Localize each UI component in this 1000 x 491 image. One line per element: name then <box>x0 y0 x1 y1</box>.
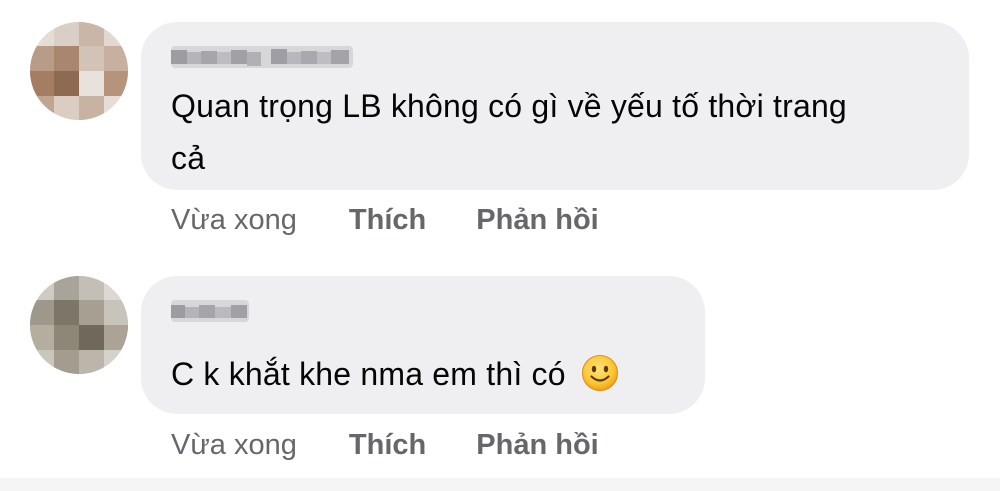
reply-button[interactable]: Phản hồi <box>476 427 598 463</box>
smiling-face-icon <box>581 354 619 407</box>
comment-bubble: C k khắt khe nma em thì có <box>141 276 705 414</box>
comment-text-line: C k khắt khe nma em thì có <box>171 356 566 392</box>
comment-author[interactable] <box>171 300 249 322</box>
like-button[interactable]: Thích <box>349 427 426 463</box>
comment-actions: Vừa xong Thích Phản hồi <box>171 427 599 463</box>
comment-thread: Quan trọng LB không có gì về yếu tố thời… <box>0 0 1000 491</box>
avatar[interactable] <box>30 276 128 374</box>
comment-text: C k khắt khe nma em thì có <box>171 348 691 407</box>
divider <box>0 478 1000 491</box>
author-name-blurred <box>171 300 249 322</box>
comment-item: C k khắt khe nma em thì có Vừa xong Thíc… <box>0 0 1000 478</box>
comment-timestamp[interactable]: Vừa xong <box>171 427 297 463</box>
avatar-image <box>30 276 128 374</box>
